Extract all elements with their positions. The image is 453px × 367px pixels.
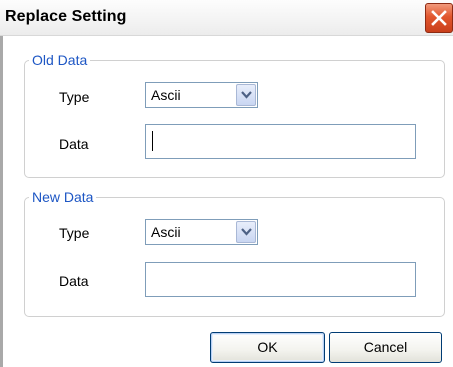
new-type-value: Ascii: [151, 224, 181, 240]
replace-setting-dialog: Replace Setting Old Data Type Ascii Data: [0, 0, 453, 367]
old-type-label: Type: [59, 89, 90, 105]
new-data-legend: New Data: [32, 189, 94, 205]
old-data-group: Old Data: [24, 52, 445, 178]
new-type-label: Type: [59, 225, 90, 241]
old-type-value: Ascii: [151, 87, 181, 103]
new-type-dropdown[interactable]: Ascii: [145, 219, 258, 245]
old-type-dropdown[interactable]: Ascii: [145, 82, 258, 108]
window-title: Replace Setting: [5, 8, 127, 25]
ok-button[interactable]: OK: [210, 332, 325, 363]
old-type-dropdown-button[interactable]: [236, 84, 256, 106]
cancel-button[interactable]: Cancel: [329, 332, 442, 363]
new-type-dropdown-button[interactable]: [236, 221, 256, 243]
window-border: [0, 36, 3, 367]
new-data-group: New Data: [24, 189, 445, 317]
close-button[interactable]: [425, 3, 453, 33]
new-data-input[interactable]: [145, 262, 416, 297]
old-data-input[interactable]: [145, 124, 416, 159]
old-data-label: Data: [59, 136, 89, 152]
old-data-legend: Old Data: [32, 52, 88, 68]
title-bar[interactable]: Replace Setting: [0, 0, 453, 36]
text-caret: [152, 131, 153, 151]
new-data-label: Data: [59, 273, 89, 289]
